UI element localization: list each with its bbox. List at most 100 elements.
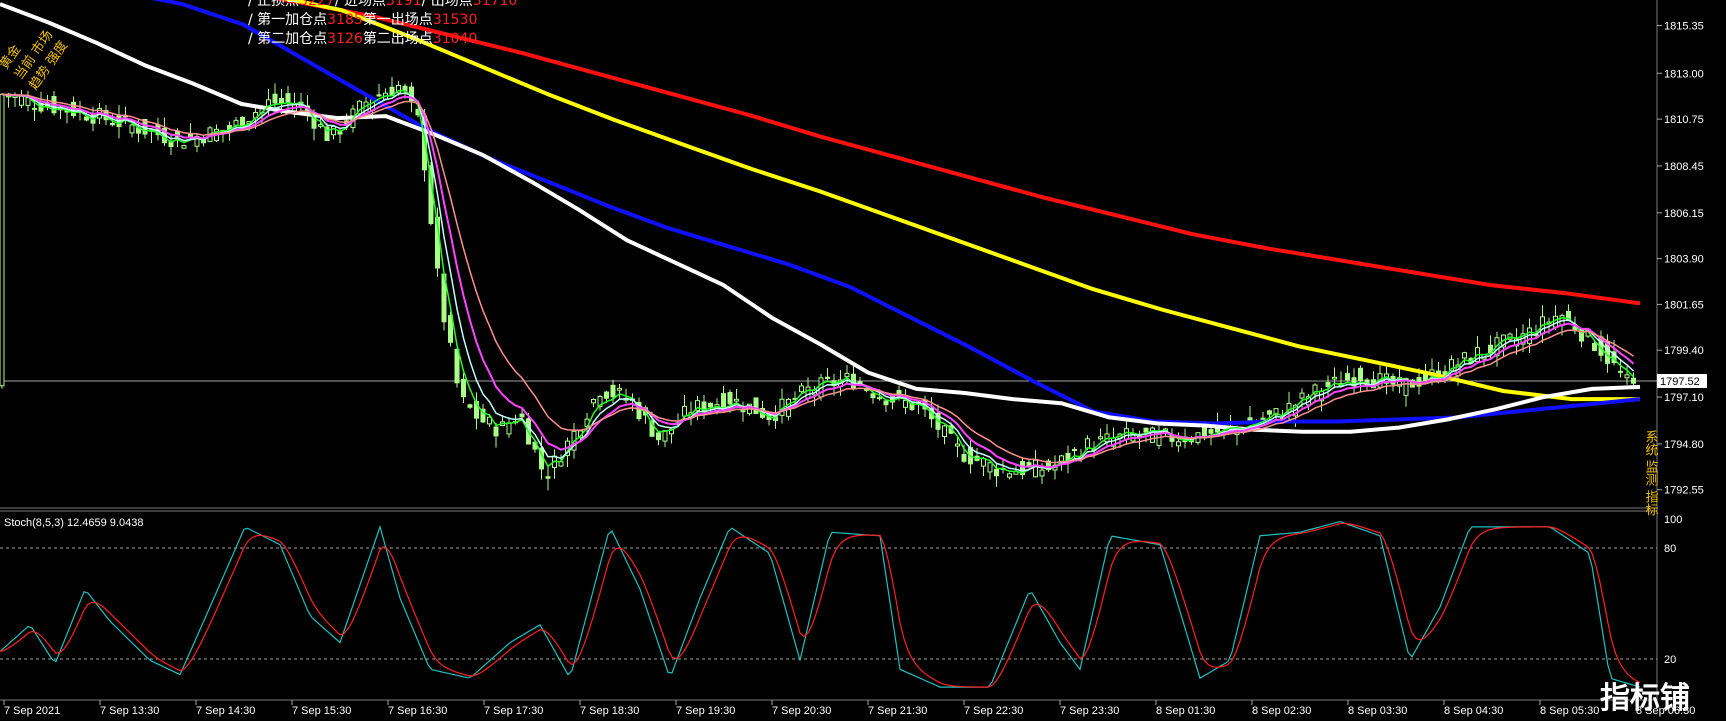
signal-info-panel: / 止损点3227/ 进场点3191/ 出场点31710 / 第一加仓点3185… xyxy=(248,0,517,47)
info-line-1: / 止损点3227/ 进场点3191/ 出场点31710 xyxy=(248,0,517,9)
info-3-v1: 3126 xyxy=(327,31,363,47)
info-1-v1: 3227 xyxy=(299,0,335,9)
info-2-v1: 3185 xyxy=(327,12,363,28)
right-side-label: 系统 监测 指标 xyxy=(1643,430,1659,518)
candle-body xyxy=(805,386,811,399)
candle-body xyxy=(1007,473,1012,478)
candle-body xyxy=(870,393,876,399)
candle-body xyxy=(467,404,473,408)
info-3-mid: 第二出场点 xyxy=(363,30,433,47)
price-tick-label: 1803.90 xyxy=(1664,254,1704,266)
candle-body xyxy=(1208,429,1214,434)
candle-body xyxy=(318,124,323,127)
candle-body xyxy=(662,430,668,442)
time-tick-label: 8 Sep 03:30 xyxy=(1348,705,1407,717)
candle-body xyxy=(1592,343,1597,351)
time-tick-label: 7 Sep 13:30 xyxy=(100,705,159,717)
candle-body xyxy=(461,378,466,398)
candle-body xyxy=(1176,441,1181,447)
candle-body xyxy=(1039,469,1045,477)
info-2-v2: 31530 xyxy=(433,12,478,28)
candle-body xyxy=(1462,352,1467,359)
candle-body xyxy=(903,399,908,408)
price-tick-label: 1813.00 xyxy=(1664,68,1704,80)
info-2-prefix: / 第一加仓点 xyxy=(248,11,327,28)
candle-body xyxy=(740,410,746,413)
price-tick-label: 1808.45 xyxy=(1664,161,1704,173)
time-tick-label: 7 Sep 19:30 xyxy=(676,705,735,717)
price-chart: 1815.35 1813.00 1810.75 1808.45 1806.15 1803.… xyxy=(0,0,1726,721)
candle-body xyxy=(961,454,967,462)
candle-body xyxy=(1033,459,1038,478)
info-1-v2: 3191 xyxy=(386,0,422,9)
candle-body xyxy=(1553,315,1558,328)
stoch-level-100-label: 100 xyxy=(1664,514,1682,526)
price-tick-label: 1792.55 xyxy=(1664,485,1704,497)
candle-body xyxy=(454,349,460,384)
info-line-3: / 第二加仓点3126第二出场点31040 xyxy=(248,30,477,47)
candle-body xyxy=(955,443,960,447)
candle-body xyxy=(1345,373,1350,381)
price-tick-label: 1797.10 xyxy=(1664,392,1704,404)
time-tick-label: 7 Sep 17:30 xyxy=(484,705,543,717)
price-tick-label: 1815.35 xyxy=(1664,20,1704,32)
candle-body xyxy=(279,97,284,104)
time-tick-label: 7 Sep 22:30 xyxy=(964,705,1023,717)
candle-body xyxy=(1143,427,1149,433)
price-tick-label: 1801.65 xyxy=(1664,299,1704,311)
candle-body xyxy=(545,476,551,479)
candle-body xyxy=(682,405,687,417)
candle-body xyxy=(591,398,596,404)
candle-body xyxy=(877,397,882,400)
time-tick-label: 8 Sep 05:30 xyxy=(1540,705,1599,717)
stoch-label: Stoch(8,5,3) 12.4659 9.0438 xyxy=(4,517,143,529)
candle-body xyxy=(1624,374,1630,379)
time-tick-label: 7 Sep 23:30 xyxy=(1060,705,1119,717)
current-price-label: 1797.52 xyxy=(1660,376,1700,388)
candle-body xyxy=(84,116,89,121)
candle-body xyxy=(604,391,609,399)
info-1-mid: / 进场点 xyxy=(335,0,386,9)
price-tick-label: 1794.80 xyxy=(1664,439,1704,451)
time-tick-label: 7 Sep 2021 xyxy=(4,705,60,717)
candle-body xyxy=(883,400,889,406)
candle-body xyxy=(799,385,804,393)
info-1-mid2: / 出场点 xyxy=(422,0,473,9)
time-tick-label: 7 Sep 18:30 xyxy=(580,705,639,717)
candle-body xyxy=(981,458,986,467)
time-tick-label: 7 Sep 14:30 xyxy=(196,705,255,717)
candle-body xyxy=(493,426,499,437)
info-2-mid: 第一出场点 xyxy=(363,11,433,28)
candle-body xyxy=(337,131,343,135)
candle-body xyxy=(376,94,382,97)
candle-body xyxy=(1325,382,1331,387)
candle-body xyxy=(1618,370,1623,373)
info-3-prefix: / 第二加仓点 xyxy=(248,30,327,47)
time-tick-label: 8 Sep 02:30 xyxy=(1252,705,1311,717)
candle-body xyxy=(656,432,661,441)
candle-body xyxy=(272,93,278,104)
candle-body xyxy=(19,95,24,106)
time-tick-label: 7 Sep 20:30 xyxy=(772,705,831,717)
price-tick-label: 1806.15 xyxy=(1664,208,1704,220)
candle-body xyxy=(942,425,947,437)
price-tick-label: 1799.40 xyxy=(1664,345,1704,357)
time-tick-label: 8 Sep 01:30 xyxy=(1156,705,1215,717)
time-tick-label: 7 Sep 16:30 xyxy=(388,705,447,717)
candle-body xyxy=(129,124,135,134)
time-tick-label: 7 Sep 21:30 xyxy=(868,705,927,717)
candle-body xyxy=(1332,376,1337,380)
candle-body xyxy=(1299,392,1305,399)
candle-body xyxy=(825,376,830,379)
price-tick-label: 1810.75 xyxy=(1664,114,1704,126)
candle-body xyxy=(331,125,336,136)
candle-body xyxy=(181,145,187,149)
candle-body xyxy=(1098,436,1103,440)
time-tick-label: 7 Sep 15:30 xyxy=(292,705,351,717)
candle-body xyxy=(0,93,5,387)
time-tick-label: 8 Sep 04:30 xyxy=(1444,705,1503,717)
candle-body xyxy=(1124,428,1129,441)
stoch-level-80-label: 80 xyxy=(1664,543,1676,555)
info-1-prefix: / 止损点 xyxy=(248,0,299,9)
info-1-v3: 31710 xyxy=(473,0,518,9)
